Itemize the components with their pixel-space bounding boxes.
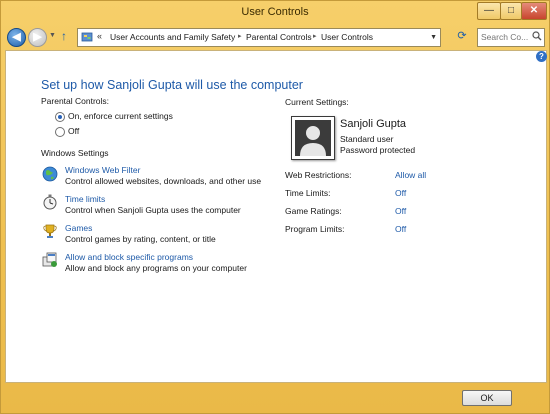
forward-button[interactable]: ▶ [28,28,47,47]
breadcrumb-parental-controls[interactable]: Parental Controls [246,32,312,42]
minimize-button[interactable]: — [477,2,501,20]
address-overflow[interactable]: « [97,31,102,41]
radio-off[interactable] [55,127,65,137]
search-icon [532,31,542,41]
forward-arrow-icon: ▶ [33,31,42,43]
web-restrictions-label: Web Restrictions: [285,170,352,180]
time-limits-desc: Control when Sanjoli Gupta uses the comp… [65,205,241,215]
user-account-type: Standard user [340,134,394,144]
help-button[interactable]: ? [536,51,547,62]
allow-block-programs-desc: Allow and block any programs on your com… [65,263,247,273]
search-input[interactable] [481,30,529,44]
windows-web-filter-link[interactable]: Windows Web Filter [65,165,140,175]
refresh-button[interactable]: ⟳ [453,29,471,44]
user-password-status: Password protected [340,145,416,155]
stopwatch-icon [43,194,57,210]
radio-on-label[interactable]: On, enforce current settings [68,111,173,121]
windows-settings-label: Windows Settings [41,148,109,158]
games-link[interactable]: Games [65,223,92,233]
radio-on[interactable] [55,112,65,122]
parental-controls-label: Parental Controls: [41,96,110,106]
globe-icon [42,166,58,182]
radio-off-label[interactable]: Off [68,126,79,136]
allow-block-programs-link[interactable]: Allow and block specific programs [65,252,193,262]
chevron-right-icon[interactable]: ▸ [313,32,317,40]
game-ratings-value[interactable]: Off [395,206,406,216]
maximize-button[interactable]: □ [500,2,522,20]
main-content: ? Set up how Sanjoli Gupta will use the … [5,50,547,383]
search-box[interactable] [477,28,545,47]
address-bar[interactable]: « User Accounts and Family Safety ▸ Pare… [77,28,441,47]
recent-pages-dropdown[interactable]: ▼ [49,32,56,39]
trophy-icon [43,224,57,238]
windows-web-filter-desc: Control allowed websites, downloads, and… [65,176,262,186]
user-name: Sanjoli Gupta [340,118,407,130]
chevron-right-icon[interactable]: ▸ [238,32,242,40]
web-restrictions-value[interactable]: Allow all [395,170,426,180]
program-limits-value[interactable]: Off [395,224,406,234]
ok-button[interactable]: OK [462,390,512,406]
control-panel-icon [81,32,93,42]
close-button[interactable]: ✕ [521,2,547,20]
chevron-down-icon[interactable]: ▼ [430,34,437,41]
up-arrow-icon[interactable]: ↑ [61,29,67,43]
title-bar: User Controls — □ ✕ [1,1,549,25]
window-title: User Controls [241,6,309,18]
program-limits-label: Program Limits: [285,224,345,234]
breadcrumb-user-accounts[interactable]: User Accounts and Family Safety [110,32,235,42]
breadcrumb-user-controls[interactable]: User Controls [321,32,373,42]
time-limits-link[interactable]: Time limits [65,194,105,204]
refresh-icon: ⟳ [457,30,467,42]
navigation-bar: ◀ ▶ ▼ ↑ « User Accounts and Family Safet… [1,25,549,49]
games-desc: Control games by rating, content, or tit… [65,234,216,244]
back-button[interactable]: ◀ [7,28,26,47]
user-silhouette-icon [295,120,331,156]
avatar [291,116,335,160]
programs-icon [42,252,57,267]
bottom-bar: OK [1,382,549,413]
current-settings-label: Current Settings: [285,97,349,107]
back-arrow-icon: ◀ [12,31,21,43]
time-limits-status-label: Time Limits: [285,188,331,198]
game-ratings-label: Game Ratings: [285,206,342,216]
page-title: Set up how Sanjoli Gupta will use the co… [41,78,303,92]
time-limits-value[interactable]: Off [395,188,406,198]
window: User Controls — □ ✕ ◀ ▶ ▼ ↑ « User Accou… [0,0,550,414]
